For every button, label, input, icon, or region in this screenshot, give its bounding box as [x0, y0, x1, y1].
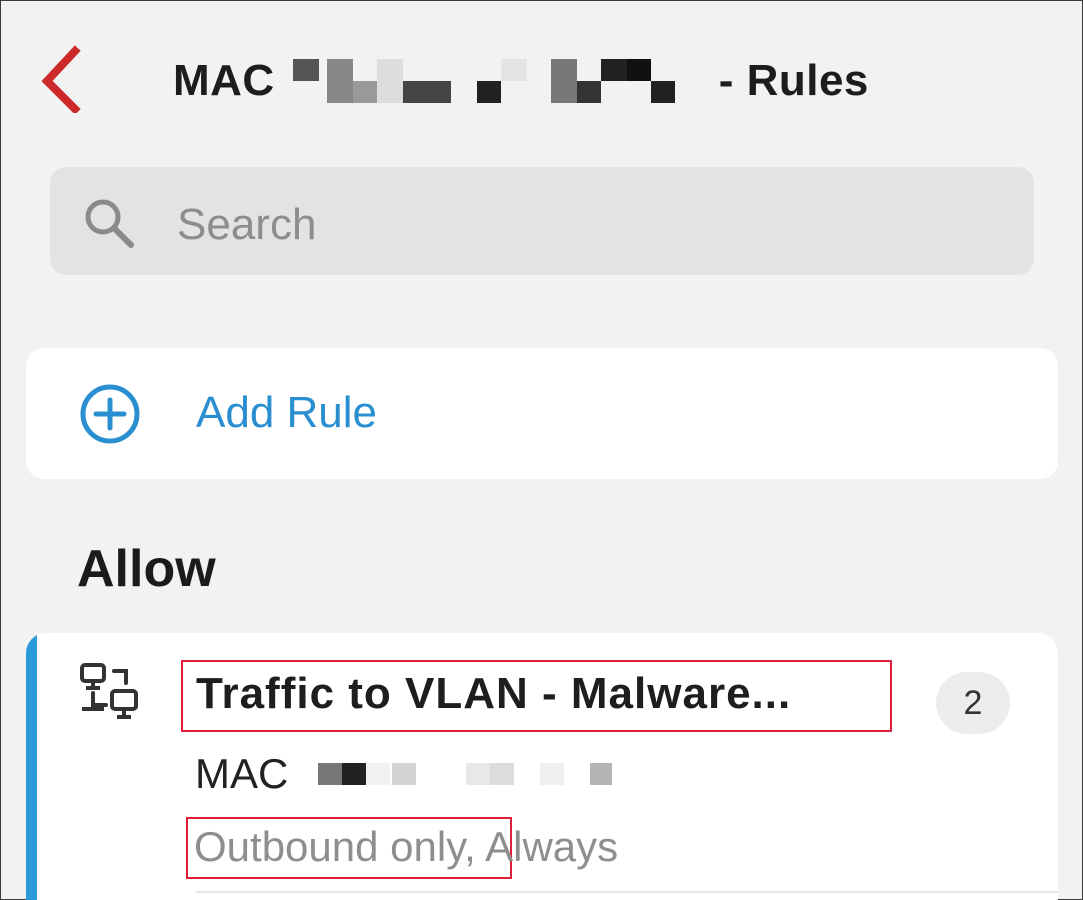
- page-title-prefix: MAC: [173, 56, 275, 105]
- search-icon: [85, 199, 134, 248]
- rule-count-badge: 2: [936, 672, 1010, 734]
- page-title-suffix: - Rules: [718, 56, 869, 105]
- section-title-allow: Allow: [77, 540, 216, 598]
- redacted-block: [279, 55, 713, 107]
- chevron-left-icon: [41, 45, 81, 115]
- plus-circle-icon: [80, 384, 140, 444]
- rule-mac-label: MAC: [195, 750, 289, 797]
- rule-mac-row: MAC: [195, 750, 618, 797]
- rule-direction: Outbound only: [194, 823, 465, 870]
- rule-schedule: , Always: [464, 823, 619, 870]
- app-screen: MAC - Rules Add Rule A: [0, 0, 1083, 900]
- rule-accent-bar: [26, 633, 37, 900]
- rule-list-item[interactable]: Traffic to VLAN - Malware... 2 MAC Outbo…: [26, 633, 1058, 900]
- add-rule-button[interactable]: Add Rule: [26, 348, 1058, 479]
- redacted-block: [318, 759, 618, 789]
- network-devices-icon: [80, 663, 138, 719]
- page-title: MAC - Rules: [173, 53, 869, 109]
- rule-name: Traffic to VLAN - Malware...: [196, 669, 792, 718]
- divider: [196, 891, 1058, 893]
- back-button[interactable]: [35, 43, 91, 115]
- add-rule-label: Add Rule: [196, 388, 378, 437]
- rule-description: Outbound only, Always: [194, 823, 618, 871]
- search-input[interactable]: [177, 197, 997, 253]
